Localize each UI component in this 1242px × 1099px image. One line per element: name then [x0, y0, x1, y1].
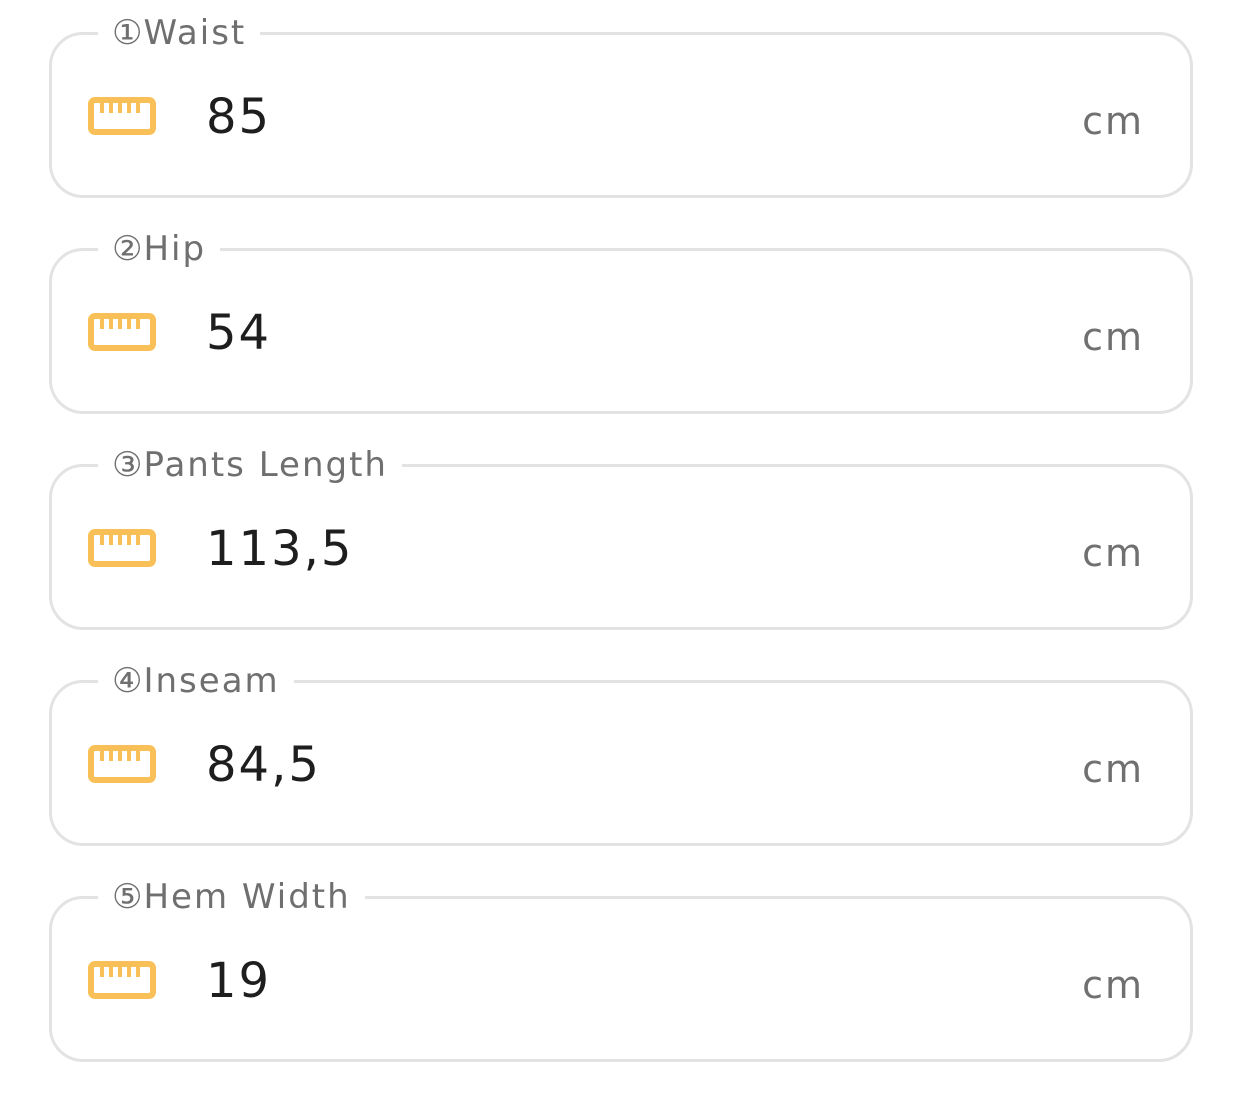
waist-input[interactable]: [206, 87, 1026, 147]
field-number: ①: [112, 13, 143, 53]
hip-input[interactable]: [206, 303, 1026, 363]
field-number: ②: [112, 229, 143, 269]
field-label-text: Waist: [143, 13, 247, 53]
pants-length-field[interactable]: ③Pants Length cm: [49, 443, 1193, 630]
ruler-icon: [88, 529, 156, 567]
waist-field[interactable]: ①Waist cm: [49, 11, 1193, 198]
ruler-icon: [88, 961, 156, 999]
field-number: ⑤: [112, 877, 143, 917]
field-label: ⑤ Hem Width: [98, 875, 365, 919]
unit-label: cm: [1082, 963, 1144, 1007]
ruler-icon: [88, 313, 156, 351]
pants-length-input[interactable]: [206, 519, 1026, 579]
inseam-input[interactable]: [206, 735, 1026, 795]
field-label-text: Hip: [143, 229, 207, 269]
field-label: ③ Pants Length: [98, 443, 402, 487]
field-label: ② Hip: [98, 227, 221, 271]
field-label-text: Inseam: [143, 661, 280, 701]
unit-label: cm: [1082, 747, 1144, 791]
hem-width-input[interactable]: [206, 951, 1026, 1011]
unit-label: cm: [1082, 99, 1144, 143]
hem-width-field[interactable]: ⑤Hem Width cm: [49, 875, 1193, 1062]
field-label: ④ Inseam: [98, 659, 294, 703]
field-label-text: Pants Length: [143, 445, 388, 485]
field-number: ④: [112, 661, 143, 701]
field-label: ① Waist: [98, 11, 261, 55]
ruler-icon: [88, 97, 156, 135]
field-label-text: Hem Width: [143, 877, 351, 917]
inseam-field[interactable]: ④Inseam cm: [49, 659, 1193, 846]
hip-field[interactable]: ②Hip cm: [49, 227, 1193, 414]
unit-label: cm: [1082, 531, 1144, 575]
unit-label: cm: [1082, 315, 1144, 359]
field-number: ③: [112, 445, 143, 485]
ruler-icon: [88, 745, 156, 783]
